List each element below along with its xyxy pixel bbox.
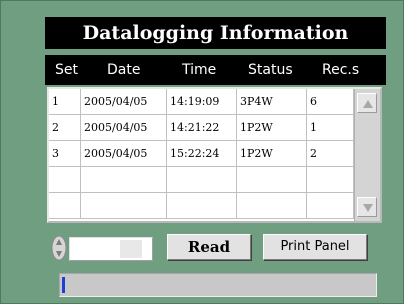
spinner-arrows-icon[interactable] xyxy=(51,235,67,261)
cell-status xyxy=(237,193,307,219)
cell-status: 3P4W xyxy=(237,89,307,115)
table-scrollbar[interactable] xyxy=(354,89,380,221)
column-header-status: Status xyxy=(248,62,293,78)
cell-status xyxy=(237,167,307,193)
cell-recs xyxy=(307,167,354,193)
cell-date xyxy=(81,167,167,193)
arrow-up-icon xyxy=(363,100,373,108)
column-header-set: Set xyxy=(55,62,78,78)
cell-recs: 6 xyxy=(307,89,354,115)
table-row[interactable]: 3 2005/04/05 15:22:24 1P2W 2 xyxy=(49,141,354,167)
table-row[interactable] xyxy=(49,193,354,219)
progress-bar xyxy=(59,273,377,297)
progress-fill xyxy=(62,277,65,293)
cell-set: 1 xyxy=(49,89,81,115)
cell-date: 2005/04/05 xyxy=(81,89,167,115)
cell-date xyxy=(81,193,167,219)
panel-title: Datalogging Information xyxy=(45,17,386,49)
input-field-shading xyxy=(120,240,142,258)
arrow-down-icon xyxy=(363,204,373,212)
cell-time: 15:22:24 xyxy=(167,141,237,167)
table-header: Set Date Time Status Rec.s xyxy=(45,55,386,85)
column-header-recs: Rec.s xyxy=(322,62,360,78)
cell-set xyxy=(49,193,81,219)
scroll-up-button[interactable] xyxy=(357,93,377,113)
table-row[interactable] xyxy=(49,167,354,193)
datalogging-panel: Datalogging Information Set Date Time St… xyxy=(0,0,404,304)
cell-recs xyxy=(307,193,354,219)
cell-date: 2005/04/05 xyxy=(81,141,167,167)
cell-time xyxy=(167,167,237,193)
scroll-down-button[interactable] xyxy=(357,197,377,217)
table-row[interactable]: 2 2005/04/05 14:21:22 1P2W 1 xyxy=(49,115,354,141)
column-header-date: Date xyxy=(107,62,141,78)
print-panel-button[interactable]: Print Panel xyxy=(263,234,367,260)
table-row[interactable]: 1 2005/04/05 14:19:09 3P4W 6 xyxy=(49,89,354,115)
cell-recs: 1 xyxy=(307,115,354,141)
cell-set xyxy=(49,167,81,193)
read-button[interactable]: Read xyxy=(167,234,251,260)
cell-status: 1P2W xyxy=(237,115,307,141)
cell-status: 1P2W xyxy=(237,141,307,167)
cell-date: 2005/04/05 xyxy=(81,115,167,141)
set-number-input[interactable] xyxy=(69,237,153,261)
cell-set: 3 xyxy=(49,141,81,167)
datalog-table[interactable]: 1 2005/04/05 14:19:09 3P4W 6 2 2005/04/0… xyxy=(47,87,382,223)
cell-recs: 2 xyxy=(307,141,354,167)
table-grid: 1 2005/04/05 14:19:09 3P4W 6 2 2005/04/0… xyxy=(49,89,354,221)
cell-time: 14:19:09 xyxy=(167,89,237,115)
cell-set: 2 xyxy=(49,115,81,141)
cell-time: 14:21:22 xyxy=(167,115,237,141)
cell-time xyxy=(167,193,237,219)
column-header-time: Time xyxy=(182,62,217,78)
